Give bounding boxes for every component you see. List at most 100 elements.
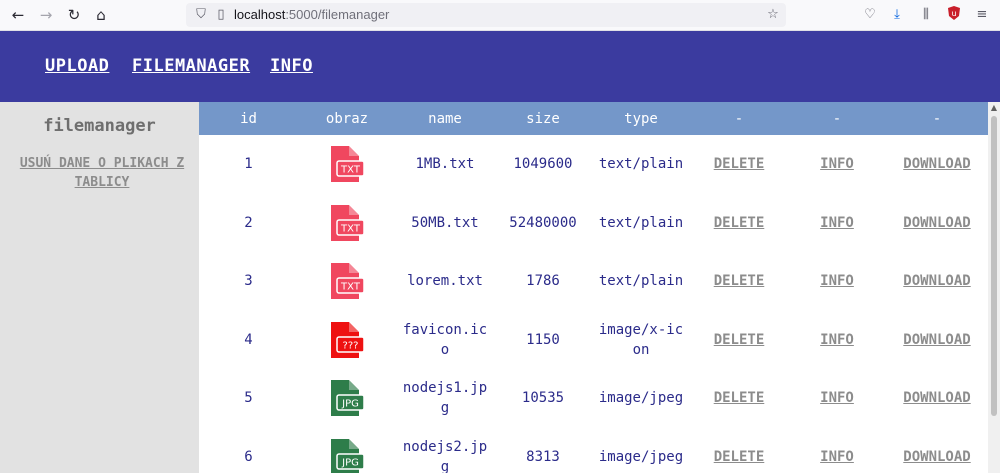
scroll-thumb[interactable]	[991, 116, 997, 416]
txt-file-icon: TXT	[329, 145, 365, 183]
ublock-icon[interactable]: u	[944, 5, 964, 25]
info-link[interactable]: INFO	[820, 390, 854, 406]
url-bar[interactable]: ⛉ ▯ localhost:5000/filemanager ☆	[186, 3, 786, 27]
cell-info: INFO	[788, 369, 886, 428]
txt-file-icon: TXT	[329, 204, 365, 242]
download-link[interactable]: DOWNLOAD	[903, 332, 970, 348]
table-row: 5 JPG nodejs1.jpg 10535 image/jpeg DELET…	[199, 369, 988, 428]
table-row: 6 JPG nodejs2.jpg 8313 image/jpeg DELETE…	[199, 428, 988, 473]
cell-download: DOWNLOAD	[886, 428, 988, 473]
file-table-container: id obraz name size type - - - 1 TXT 1MB.…	[199, 102, 988, 473]
header-download: -	[932, 110, 942, 127]
cell-info: INFO	[788, 135, 886, 194]
file-icon-label: TXT	[340, 223, 361, 234]
header-type: type	[624, 110, 658, 127]
cell-delete: DELETE	[690, 194, 788, 253]
download-link[interactable]: DOWNLOAD	[903, 390, 970, 406]
back-icon[interactable]: ←	[7, 4, 29, 26]
clear-data-link[interactable]: USUŃ DANE O PLIKACH Z TABLICY	[14, 154, 190, 192]
url-path: :5000/filemanager	[285, 7, 390, 22]
cell-name: 1MB.txt	[415, 156, 475, 173]
header-id: id	[240, 110, 257, 127]
delete-link[interactable]: DELETE	[714, 449, 765, 465]
home-icon[interactable]: ⌂	[90, 4, 112, 26]
browser-toolbar: ← → ↻ ⌂ ⛉ ▯ localhost:5000/filemanager ☆…	[0, 0, 1000, 31]
download-link[interactable]: DOWNLOAD	[903, 449, 970, 465]
info-link[interactable]: INFO	[820, 156, 854, 172]
table-row: 2 TXT 50MB.txt 52480000 text/plain DELET…	[199, 194, 988, 253]
cell-id: 1	[244, 156, 253, 173]
table-row: 1 TXT 1MB.txt 1049600 text/plain DELETE …	[199, 135, 988, 194]
cell-size: 10535	[521, 390, 565, 407]
delete-link[interactable]: DELETE	[714, 215, 765, 231]
cell-icon: TXT	[298, 194, 396, 253]
file-icon-label: TXT	[340, 282, 361, 293]
delete-link[interactable]: DELETE	[714, 273, 765, 289]
cell-icon: TXT	[298, 252, 396, 311]
cell-type: text/plain	[598, 273, 684, 290]
bookmark-star-icon[interactable]: ☆	[764, 6, 782, 24]
shield-icon[interactable]: ⛉	[192, 6, 210, 24]
delete-link[interactable]: DELETE	[714, 156, 765, 172]
info-link[interactable]: INFO	[820, 449, 854, 465]
cell-type: image/x-icon	[598, 321, 684, 358]
site-header: UPLOAD FILEMANAGER INFO	[0, 31, 1000, 102]
cell-type: image/jpeg	[598, 390, 684, 407]
page-scrollbar[interactable]: ▲	[988, 102, 1000, 473]
cell-info: INFO	[788, 194, 886, 253]
svg-text:u: u	[951, 9, 956, 18]
download-link[interactable]: DOWNLOAD	[903, 273, 970, 289]
nav-filemanager-link[interactable]: FILEMANAGER	[132, 56, 250, 76]
info-link[interactable]: INFO	[820, 215, 854, 231]
file-icon-label: ???	[343, 340, 359, 351]
delete-link[interactable]: DELETE	[714, 332, 765, 348]
download-link[interactable]: DOWNLOAD	[903, 215, 970, 231]
sidebar-title: filemanager	[43, 116, 156, 136]
downloads-icon[interactable]: ⤓	[887, 5, 907, 25]
table-header-row: id obraz name size type - - -	[199, 102, 988, 135]
nav-info-link[interactable]: INFO	[270, 56, 313, 76]
cell-id: 5	[244, 390, 253, 407]
cell-id: 2	[244, 214, 253, 231]
nav-upload-link[interactable]: UPLOAD	[45, 56, 109, 76]
forward-icon[interactable]: →	[35, 4, 57, 26]
menu-icon[interactable]: ≡	[972, 5, 992, 25]
reload-icon[interactable]: ↻	[63, 4, 85, 26]
cell-id: 6	[244, 448, 253, 465]
cell-type: image/jpeg	[598, 448, 684, 465]
page-icon[interactable]: ▯	[212, 6, 230, 24]
delete-link[interactable]: DELETE	[714, 390, 765, 406]
pocket-icon[interactable]: ♡	[860, 5, 880, 25]
jpg-file-icon: JPG	[329, 379, 365, 417]
file-table: id obraz name size type - - - 1 TXT 1MB.…	[199, 102, 988, 473]
cell-name: nodejs1.jpg	[402, 380, 488, 417]
cell-name: nodejs2.jpg	[402, 438, 488, 473]
cell-type: text/plain	[598, 156, 684, 173]
cell-delete: DELETE	[690, 252, 788, 311]
table-row: 4 ??? favicon.ico 1150 image/x-icon DELE…	[199, 311, 988, 370]
cell-name: 50MB.txt	[411, 214, 479, 231]
library-icon[interactable]: ⫼	[916, 5, 936, 25]
cell-download: DOWNLOAD	[886, 194, 988, 253]
file-icon-label: TXT	[340, 165, 361, 176]
info-link[interactable]: INFO	[820, 332, 854, 348]
cell-info: INFO	[788, 252, 886, 311]
download-link[interactable]: DOWNLOAD	[903, 156, 970, 172]
header-name: name	[428, 110, 462, 127]
unknown-file-icon: ???	[329, 321, 365, 359]
header-obraz: obraz	[325, 110, 369, 127]
cell-icon: JPG	[298, 369, 396, 428]
txt-file-icon: TXT	[329, 262, 365, 300]
scroll-up-arrow-icon[interactable]: ▲	[988, 102, 1000, 114]
cell-size: 1150	[526, 331, 560, 348]
url-text[interactable]: localhost:5000/filemanager	[234, 7, 389, 22]
info-link[interactable]: INFO	[820, 273, 854, 289]
header-delete: -	[734, 110, 744, 127]
url-host: localhost	[234, 7, 286, 22]
cell-icon: TXT	[298, 135, 396, 194]
cell-delete: DELETE	[690, 311, 788, 370]
header-size: size	[526, 110, 560, 127]
cell-size: 52480000	[509, 214, 577, 231]
cell-delete: DELETE	[690, 369, 788, 428]
cell-download: DOWNLOAD	[886, 135, 988, 194]
